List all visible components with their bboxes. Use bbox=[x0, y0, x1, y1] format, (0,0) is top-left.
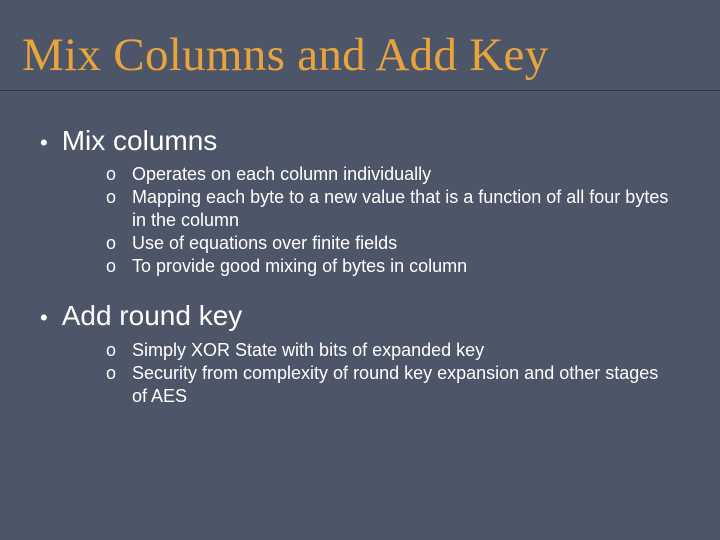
sub-item: o Use of equations over finite fields bbox=[106, 232, 680, 255]
slide-body: • Mix columns o Operates on each column … bbox=[0, 91, 720, 430]
sub-item: o Mapping each byte to a new value that … bbox=[106, 186, 680, 232]
sub-list: o Operates on each column individually o… bbox=[40, 159, 680, 300]
sub-item: o Operates on each column individually bbox=[106, 163, 680, 186]
slide-title: Mix Columns and Add Key bbox=[0, 0, 720, 90]
bullet-item: • Add round key bbox=[40, 300, 680, 332]
bullet-heading: Mix columns bbox=[62, 125, 218, 157]
bullet-item: • Mix columns bbox=[40, 125, 680, 157]
sub-text: To provide good mixing of bytes in colum… bbox=[132, 255, 467, 278]
sub-marker: o bbox=[106, 340, 122, 361]
bullet-marker: • bbox=[40, 307, 48, 329]
sub-marker: o bbox=[106, 164, 122, 185]
sub-marker: o bbox=[106, 256, 122, 277]
sub-text: Simply XOR State with bits of expanded k… bbox=[132, 339, 484, 362]
sub-text: Use of equations over finite fields bbox=[132, 232, 397, 255]
sub-text: Operates on each column individually bbox=[132, 163, 431, 186]
bullet-marker: • bbox=[40, 132, 48, 154]
sub-text: Mapping each byte to a new value that is… bbox=[132, 186, 672, 232]
sub-item: o To provide good mixing of bytes in col… bbox=[106, 255, 680, 278]
sub-item: o Simply XOR State with bits of expanded… bbox=[106, 339, 680, 362]
sub-item: o Security from complexity of round key … bbox=[106, 362, 680, 408]
sub-marker: o bbox=[106, 187, 122, 208]
bullet-heading: Add round key bbox=[62, 300, 243, 332]
sub-marker: o bbox=[106, 233, 122, 254]
sub-list: o Simply XOR State with bits of expanded… bbox=[40, 335, 680, 430]
sub-marker: o bbox=[106, 363, 122, 384]
sub-text: Security from complexity of round key ex… bbox=[132, 362, 672, 408]
